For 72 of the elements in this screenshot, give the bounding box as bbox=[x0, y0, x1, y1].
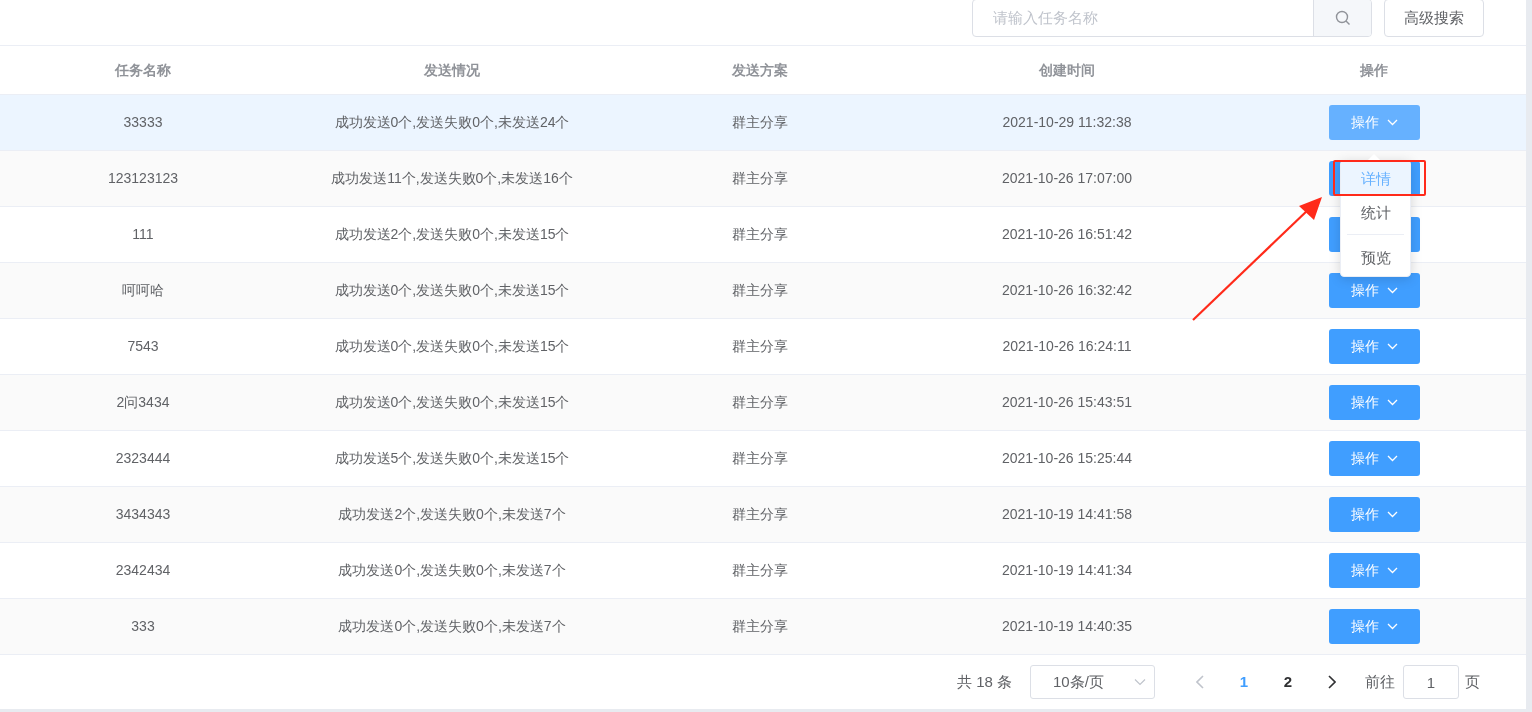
table-cell: 成功发送0个,发送失败0个,未发送7个 bbox=[338, 562, 566, 578]
search-button[interactable] bbox=[1313, 0, 1371, 36]
table-cell: 7543 bbox=[127, 338, 159, 354]
goto-label: 前往 bbox=[1365, 671, 1395, 692]
table-cell: 2021-10-19 14:40:35 bbox=[1002, 618, 1132, 634]
column-header: 任务名称 bbox=[115, 61, 171, 78]
goto-page-input[interactable]: 1 bbox=[1403, 665, 1459, 699]
chevron-down-icon bbox=[1386, 399, 1398, 406]
table-cell: 2021-10-26 16:24:11 bbox=[1002, 338, 1132, 354]
table-cell: 群主分享 bbox=[732, 114, 788, 130]
table-cell: 成功发送0个,发送失败0个,未发送7个 bbox=[338, 618, 566, 634]
table-cell: 成功发送0个,发送失败0个,未发送15个 bbox=[334, 394, 570, 410]
table-cell: 2问3434 bbox=[116, 394, 170, 410]
table-cell: 群主分享 bbox=[732, 226, 788, 242]
table-cell: 成功发送0个,发送失败0个,未发送15个 bbox=[334, 338, 570, 354]
table-cell: 群主分享 bbox=[732, 394, 788, 410]
table-cell: 成功发送2个,发送失败0个,未发送15个 bbox=[334, 226, 570, 242]
table-cell: 111 bbox=[132, 226, 154, 242]
chevron-down-icon bbox=[1386, 119, 1398, 126]
table-cell: 2021-10-26 17:07:00 bbox=[1002, 170, 1132, 186]
column-header: 操作 bbox=[1360, 61, 1388, 78]
chevron-down-icon bbox=[1386, 455, 1398, 462]
chevron-left-icon bbox=[1196, 675, 1204, 689]
table-row[interactable]: 3434343 成功发送2个,发送失败0个,未发送7个 群主分享 2021-10-19 14:41:58 操作 bbox=[0, 487, 1526, 543]
search-icon bbox=[1334, 10, 1351, 26]
advanced-search-button[interactable]: 高级搜索 bbox=[1384, 0, 1484, 37]
page-number[interactable]: 2 bbox=[1273, 667, 1303, 697]
table-cell: 333 bbox=[131, 618, 155, 634]
chevron-down-icon bbox=[1386, 343, 1398, 350]
table-row[interactable]: 2问3434 成功发送0个,发送失败0个,未发送15个 群主分享 2021-10-26 15:43:51 操作 bbox=[0, 375, 1526, 431]
column-header: 创建时间 bbox=[1039, 61, 1095, 78]
table-cell: 123123123 bbox=[107, 170, 179, 186]
table-cell: 群主分享 bbox=[732, 338, 788, 354]
table-cell: 2323444 bbox=[115, 450, 171, 466]
table-cell: 呵呵哈 bbox=[122, 282, 164, 298]
table-cell: 群主分享 bbox=[732, 282, 788, 298]
table-cell: 3434343 bbox=[115, 506, 171, 522]
table-cell: 2021-10-26 16:32:42 bbox=[1002, 282, 1132, 298]
chevron-down-icon bbox=[1386, 567, 1398, 574]
chevron-right-icon bbox=[1328, 675, 1336, 689]
table-cell: 2021-10-26 16:51:42 bbox=[1002, 226, 1132, 242]
total-count: 共 18 条 bbox=[956, 671, 1012, 692]
table-cell: 成功发送11个,发送失败0个,未发送16个 bbox=[331, 170, 573, 186]
menu-pointer bbox=[1368, 154, 1380, 160]
search-field[interactable]: 请输入任务名称 bbox=[972, 0, 1372, 37]
table-cell: 成功发送5个,发送失败0个,未发送15个 bbox=[334, 450, 570, 466]
table-cell: 群主分享 bbox=[732, 562, 788, 578]
table-cell: 2021-10-26 15:43:51 bbox=[1002, 394, 1132, 410]
table-cell: 2021-10-19 14:41:34 bbox=[1002, 562, 1132, 578]
table-cell: 成功发送0个,发送失败0个,未发送15个 bbox=[334, 282, 570, 298]
page-size-select[interactable]: 10条/页 bbox=[1030, 665, 1155, 699]
table-row[interactable]: 333 成功发送0个,发送失败0个,未发送7个 群主分享 2021-10-19 14:40:35 操作 bbox=[0, 599, 1526, 655]
table-cell: 群主分享 bbox=[732, 450, 788, 466]
table-cell: 成功发送0个,发送失败0个,未发送24个 bbox=[334, 114, 570, 130]
table-cell: 群主分享 bbox=[732, 618, 788, 634]
table-row[interactable]: 33333 成功发送0个,发送失败0个,未发送24个 群主分享 2021-10-29 11:32:38 操作 bbox=[0, 95, 1526, 151]
table-cell: 33333 bbox=[123, 114, 163, 130]
table-cell: 2342434 bbox=[115, 562, 171, 578]
search-input[interactable]: 请输入任务名称 bbox=[973, 0, 1313, 36]
chevron-down-icon bbox=[1386, 511, 1398, 518]
table-cell: 成功发送2个,发送失败0个,未发送7个 bbox=[338, 506, 566, 522]
table-cell: 群主分享 bbox=[732, 506, 788, 522]
table-cell: 2021-10-26 15:25:44 bbox=[1002, 450, 1132, 466]
table-cell: 2021-10-29 11:32:38 bbox=[1002, 114, 1132, 130]
column-header: 发送方案 bbox=[732, 61, 788, 78]
table-cell: 2021-10-19 14:41:58 bbox=[1002, 506, 1132, 522]
chevron-down-icon bbox=[1386, 287, 1398, 294]
column-header: 发送情况 bbox=[424, 61, 480, 78]
chevron-down-icon bbox=[1134, 678, 1146, 686]
goto-suffix: 页 bbox=[1465, 671, 1480, 692]
chevron-down-icon bbox=[1386, 623, 1398, 630]
table-cell: 群主分享 bbox=[732, 170, 788, 186]
